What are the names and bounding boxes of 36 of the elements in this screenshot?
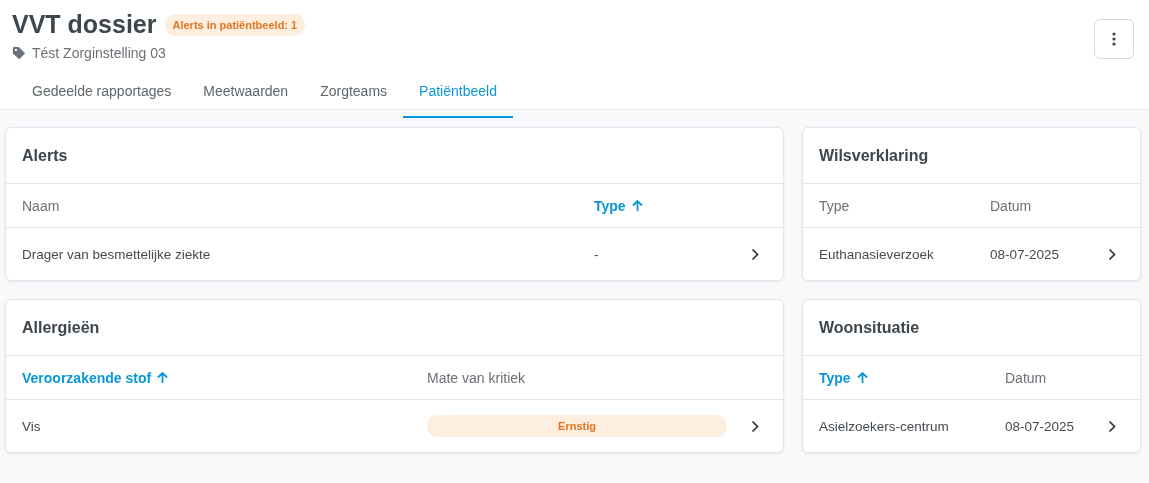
column-header[interactable]: Type [819,369,868,386]
column-header[interactable]: Type [819,197,850,214]
table-cell: Vis [22,418,41,434]
column-header[interactable]: Veroorzakende stof [22,369,169,386]
table-cell: 08-07-2025 [990,246,1060,262]
severity-badge: Ernstig [427,415,727,437]
column-header[interactable]: Naam [22,197,60,214]
chevron-right-icon[interactable] [1108,247,1116,261]
tab[interactable]: Meetwaarden [187,69,305,118]
table-cell: Drager van besmettelijke ziekte [22,246,211,262]
page-title: VVT dossier [12,10,157,39]
alert-badge: Alerts in patiëntbeeld: 1 [164,13,306,36]
table-cell: 08-07-2025 [1005,418,1075,434]
chevron-right-icon[interactable] [751,247,759,261]
column-header[interactable]: Type [594,197,643,214]
chevron-right-icon[interactable] [1108,419,1116,433]
table-cell: Asielzoekers-centrum [819,418,949,434]
card-title: Woonsituatie [819,318,920,337]
card-title: Allergieën [22,318,100,337]
sort-ascending-icon [157,371,169,384]
sort-ascending-icon [856,371,868,384]
table-cell: Euthanasieverzoek [819,246,934,262]
chevron-right-icon[interactable] [751,419,759,433]
table-cell: - [594,246,599,262]
tab[interactable]: Zorgteams [304,69,404,118]
card-title: Alerts [22,146,68,165]
tag-icon [12,46,26,60]
organisation-name: Tést Zorginstelling 03 [32,45,166,61]
column-header[interactable]: Datum [990,197,1032,214]
tab[interactable]: Patiëntbeeld [403,69,513,118]
column-header[interactable]: Datum [1005,369,1047,386]
column-header[interactable]: Mate van kritiek [427,369,526,386]
card-title: Wilsverklaring [819,146,929,165]
sort-ascending-icon [631,199,643,212]
tab[interactable]: Gedeelde rapportages [16,69,188,118]
more-icon [1112,32,1116,46]
